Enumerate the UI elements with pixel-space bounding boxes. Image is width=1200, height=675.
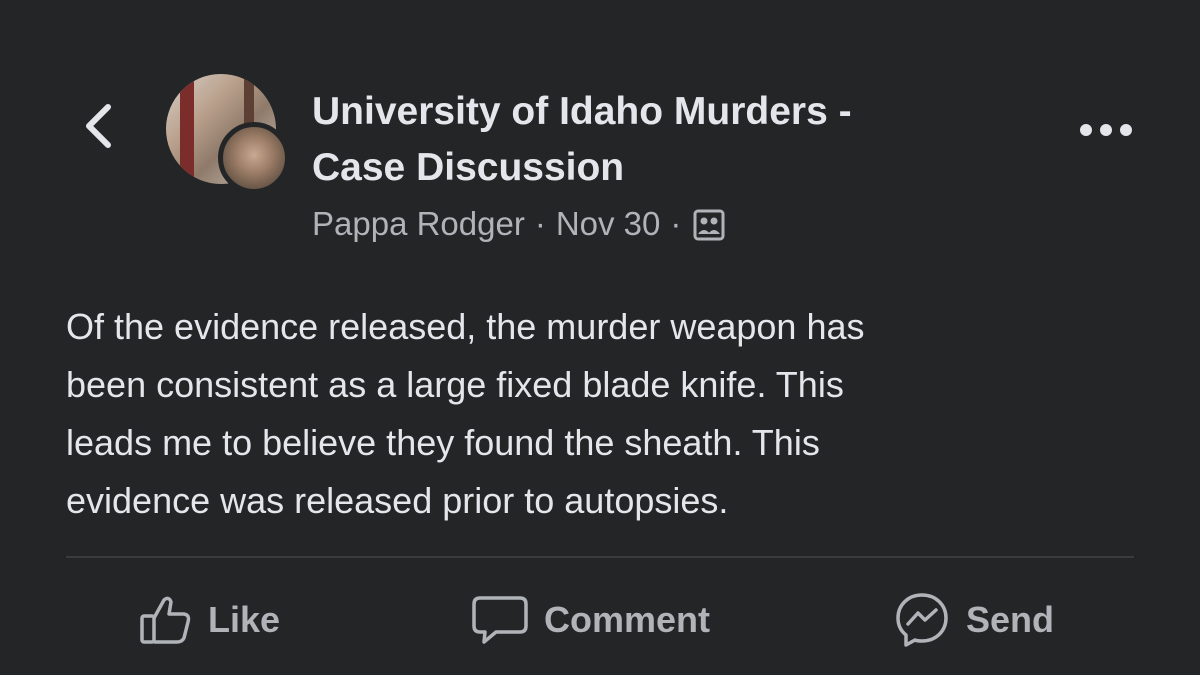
send-button[interactable]: Send — [892, 588, 1054, 652]
comment-label: Comment — [544, 599, 711, 640]
meta-separator: · — [534, 205, 546, 242]
meta-separator: · — [670, 205, 682, 242]
comment-button[interactable]: Comment — [470, 588, 710, 652]
messenger-icon — [896, 593, 948, 647]
author-name[interactable]: Pappa Rodger — [312, 205, 525, 243]
chevron-left-icon — [86, 104, 111, 148]
divider — [66, 556, 1134, 558]
comment-icon — [472, 596, 528, 644]
post-meta: Pappa Rodger · Nov 30 · — [312, 200, 727, 248]
like-label: Like — [208, 599, 281, 640]
back-button[interactable] — [74, 98, 122, 154]
group-name-link[interactable]: University of Idaho Murders - Case Discu… — [312, 84, 1012, 196]
post-body-text: Of the evidence released, the murder wea… — [66, 306, 865, 521]
send-label: Send — [966, 599, 1055, 640]
group-avatar-stack[interactable] — [166, 74, 290, 198]
post-card: University of Idaho Murders - Case Discu… — [0, 0, 1200, 675]
like-button[interactable]: Like — [138, 588, 280, 652]
more-options-button[interactable] — [1068, 110, 1144, 150]
more-horizontal-icon — [1080, 124, 1132, 136]
post-date[interactable]: Nov 30 — [556, 205, 661, 243]
thumbs-up-icon — [140, 596, 191, 644]
author-avatar — [218, 122, 290, 194]
members-icon — [693, 209, 725, 241]
